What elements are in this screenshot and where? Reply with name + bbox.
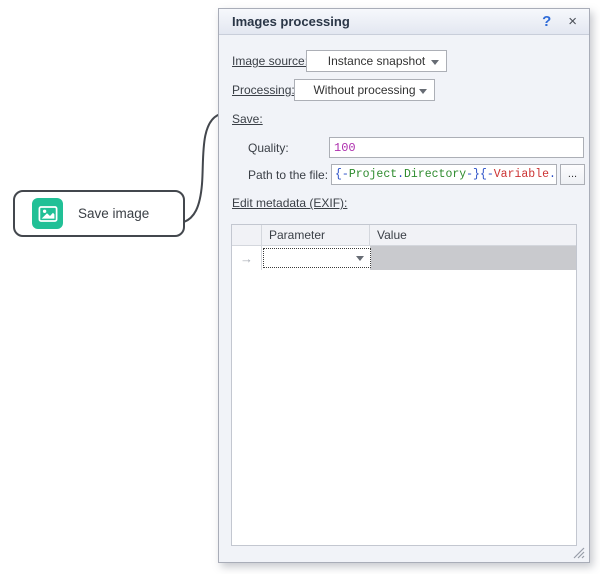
exif-table: Parameter Value → [231,224,577,546]
dialog-footer [219,545,589,562]
resize-grip[interactable] [571,545,585,559]
dialog-title: Images processing [232,14,542,29]
exif-section-label[interactable]: Edit metadata (EXIF): [232,196,347,210]
quality-input[interactable] [329,137,584,158]
path-label: Path to the file: [248,168,328,182]
browse-button-label: ... [568,168,577,180]
save-image-node[interactable]: Save image [13,190,185,237]
processing-dropdown[interactable]: Without processing [294,79,435,101]
image-source-dropdown[interactable]: Instance snapshot [306,50,447,72]
chevron-down-icon [419,89,427,94]
current-row-arrow-icon: → [232,246,262,270]
chevron-down-icon [431,60,439,65]
help-icon[interactable]: ? [542,13,551,30]
images-processing-dialog: Images processing ? × Image source: Inst… [218,8,590,563]
processing-value: Without processing [313,83,415,97]
processing-label[interactable]: Processing: [232,83,295,97]
path-input[interactable]: {-Project.Directory-}{-Variable. [331,164,557,185]
close-icon[interactable]: × [568,13,577,30]
image-icon [32,198,63,229]
parameter-cell [262,246,370,270]
value-cell[interactable] [370,246,576,270]
table-row: → [232,246,576,270]
chevron-down-icon [356,256,364,261]
image-source-label[interactable]: Image source: [232,54,308,68]
quality-label: Quality: [248,141,289,155]
image-source-value: Instance snapshot [328,54,425,68]
row-indicator-column-header [232,225,262,245]
dialog-header: Images processing ? × [219,9,589,35]
column-header-parameter: Parameter [262,225,370,245]
node-label: Save image [78,206,149,221]
column-header-value: Value [370,225,576,245]
browse-button[interactable]: ... [560,164,585,185]
save-section-label[interactable]: Save: [232,112,263,126]
exif-table-header: Parameter Value [232,225,576,246]
parameter-combobox[interactable] [263,248,371,268]
canvas: Save image Images processing ? × Image s… [0,0,600,574]
